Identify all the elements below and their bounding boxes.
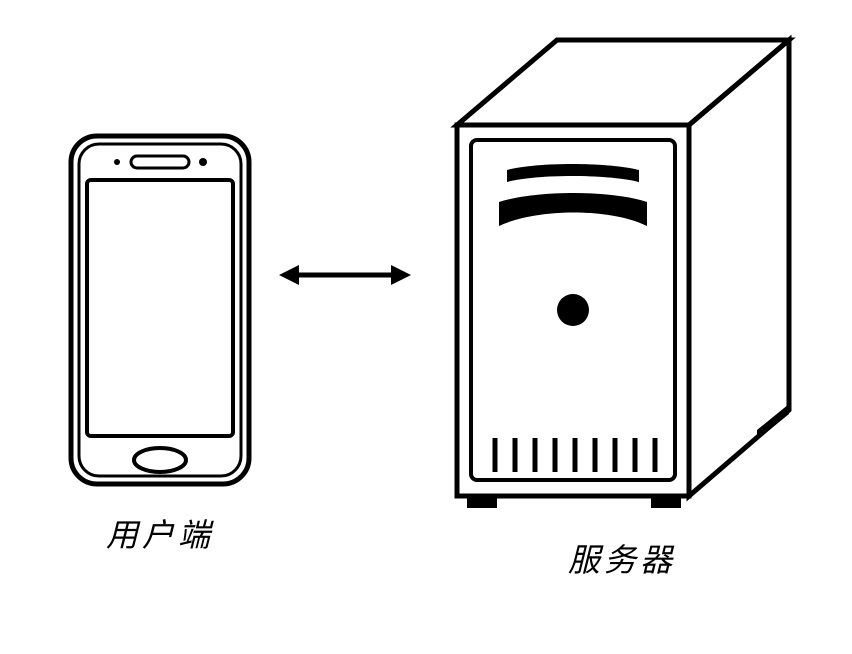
server-tower-icon [437,30,807,520]
server-label: 服务器 [432,535,812,581]
server-device: 服务器 [432,30,812,581]
client-device: 用户端 [60,130,260,556]
client-label: 用户端 [60,510,260,556]
smartphone-icon [65,130,255,490]
connection-arrow [275,255,415,295]
client-server-diagram: 用户端 [0,0,852,654]
bidirectional-arrow-icon [275,255,415,295]
